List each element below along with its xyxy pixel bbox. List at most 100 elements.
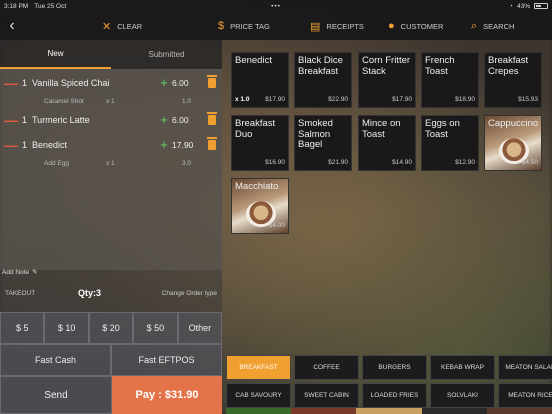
status-right: ◔ 43% [509,3,548,10]
cash-20-button[interactable]: $ 20 [88,312,134,344]
product-name: Breakfast Duo [235,118,276,140]
category-meaton-salad[interactable]: MEATON SALAD [498,355,552,380]
back-chevron-icon[interactable]: ‹ [0,17,24,35]
clear-button[interactable]: ✕ CLEAR [102,20,142,33]
product-name: Corn Fritter Stack [362,55,411,77]
order-type: TAKEOUT [5,289,36,297]
product-tile[interactable]: Smoked Salmon Bagel $21.90 [294,115,352,171]
product-tile[interactable]: Macchiato $4.00 [231,178,289,234]
product-name: Macchiato [235,181,279,192]
increase-qty-button[interactable]: + [156,137,172,152]
category-cab-savoury[interactable]: CAB SAVOURY [226,383,291,408]
tab-new[interactable]: New [0,40,111,69]
category-kebab-wrap[interactable]: KEBAB WRAP [430,355,495,380]
category-coffee[interactable]: COFFEE [294,355,359,380]
product-price: $17.90 [392,96,412,103]
status-time: 3:18 PM [4,2,29,10]
cash-5-button[interactable]: $ 5 [0,312,45,344]
tab-submitted[interactable]: Submitted [111,40,222,69]
trash-icon [207,111,217,125]
pay-button[interactable]: Pay : $31.90 [112,376,222,414]
delete-line-button[interactable] [202,136,222,150]
person-icon: ● [388,20,395,32]
product-price: $4.50 [521,159,538,166]
decrease-qty-button[interactable]: — [0,75,22,91]
product-name: Breakfast Crepes [488,55,529,77]
total-qty: Qty:3 [78,288,102,298]
fast-eftpos-button[interactable]: Fast EFTPOS [111,344,222,376]
line-price: 17.90 [172,139,194,150]
receipts-button[interactable]: ▤ RECEIPTS [310,20,364,33]
modifier-price: 1.0 [182,97,192,105]
change-order-type-button[interactable]: Change Order type [162,290,217,297]
product-tile[interactable]: Cappuccino $4.50 [484,115,542,171]
product-tile[interactable]: Corn Fritter Stack $17.90 [358,52,416,108]
product-tile[interactable]: French Toast $18.90 [421,52,479,108]
clear-label: CLEAR [117,21,143,31]
product-price: $12.90 [455,159,475,166]
add-note-label: Add Note [2,268,30,276]
order-tabs: New Submitted [0,40,222,70]
category-color-strip [226,408,552,414]
modifier-price: 3.0 [182,159,192,167]
delete-line-button[interactable] [202,74,222,88]
product-price: $16.90 [265,159,285,166]
product-tile[interactable]: Breakfast Duo $16.90 [231,115,289,171]
product-tile[interactable]: Eggs on Toast $12.90 [421,115,479,171]
decrease-qty-button[interactable]: — [0,112,22,128]
product-name: French Toast [425,55,455,77]
product-tile[interactable]: Mince on Toast $14.90 [358,115,416,171]
order-lines: — 1 Vanilla Spiced Chai + 6.00 Caramel S… [0,70,222,270]
increase-qty-button[interactable]: + [156,112,172,127]
category-solvlaki[interactable]: SOLVLAKI [430,383,495,408]
order-line[interactable]: — 1 Benedict + 17.90 [0,132,222,157]
cash-other-button[interactable]: Other [177,312,223,344]
customer-button[interactable]: ● CUSTOMER [388,20,443,32]
category-meaton-rice[interactable]: MEATON RICE [498,383,552,408]
order-line[interactable]: — 1 Turmeric Latte + 6.00 [0,107,222,132]
cash-10-button[interactable]: $ 10 [44,312,89,344]
line-item-name: Benedict [32,139,68,150]
fast-cash-button[interactable]: Fast Cash [0,344,111,376]
search-icon: ⌕ [471,19,478,32]
status-date: Tue 25 Oct [34,2,67,10]
product-price: $22.90 [328,96,348,103]
send-button[interactable]: Send [0,376,112,414]
product-name: Benedict [235,55,272,66]
top-toolbar: ‹ ✕ CLEAR $ PRICE TAG ▤ RECEIPTS ● CUSTO… [0,12,552,40]
send-pay-row: Send Pay : $31.90 [0,376,222,414]
product-name: Eggs on Toast [425,118,460,140]
receipt-icon: ▤ [310,20,321,33]
battery-percent: 43% [516,2,530,10]
trash-icon [207,136,217,150]
modifier-name: Add Egg [44,159,69,167]
product-name: Mince on Toast [362,118,401,140]
product-tile[interactable]: Benedict x 1.0 $17.90 [231,52,289,108]
search-button[interactable]: ⌕ SEARCH [471,20,514,33]
line-item-name: Vanilla Spiced Chai [32,77,110,88]
search-label: SEARCH [483,21,515,31]
order-line[interactable]: — 1 Vanilla Spiced Chai + 6.00 [0,70,222,95]
price-tag-button[interactable]: $ PRICE TAG [218,20,270,32]
category-loaded-fries[interactable]: LOADED FRIES [362,383,427,408]
trash-icon [207,74,217,88]
category-row-2: CAB SAVOURY SWEET CABIN LOADED FRIES SOL… [226,383,552,408]
multitask-dots[interactable]: ••• [271,3,281,10]
product-tile[interactable]: Black Dice Breakfast $22.90 [294,52,352,108]
order-panel: New Submitted — 1 Vanilla Spiced Chai + … [0,40,223,414]
cash-50-button[interactable]: $ 50 [133,312,178,344]
product-price: $4.00 [268,222,285,229]
product-price: $15.93 [518,96,538,103]
increase-qty-button[interactable]: + [156,75,172,90]
product-tile[interactable]: Breakfast Crepes $15.93 [484,52,542,108]
category-burgers[interactable]: BURGERS [362,355,427,380]
fast-payment-row: Fast Cash Fast EFTPOS [0,344,222,376]
delete-line-button[interactable] [202,111,222,125]
line-price: 6.00 [172,77,189,88]
product-price: $18.90 [455,96,475,103]
category-sweet-cabin[interactable]: SWEET CABIN [294,383,359,408]
line-qty: 1 [22,77,28,88]
category-breakfast[interactable]: BREAKFAST [226,355,291,380]
decrease-qty-button[interactable]: — [0,137,22,153]
add-note-button[interactable]: Add Note ✎ [2,268,38,277]
